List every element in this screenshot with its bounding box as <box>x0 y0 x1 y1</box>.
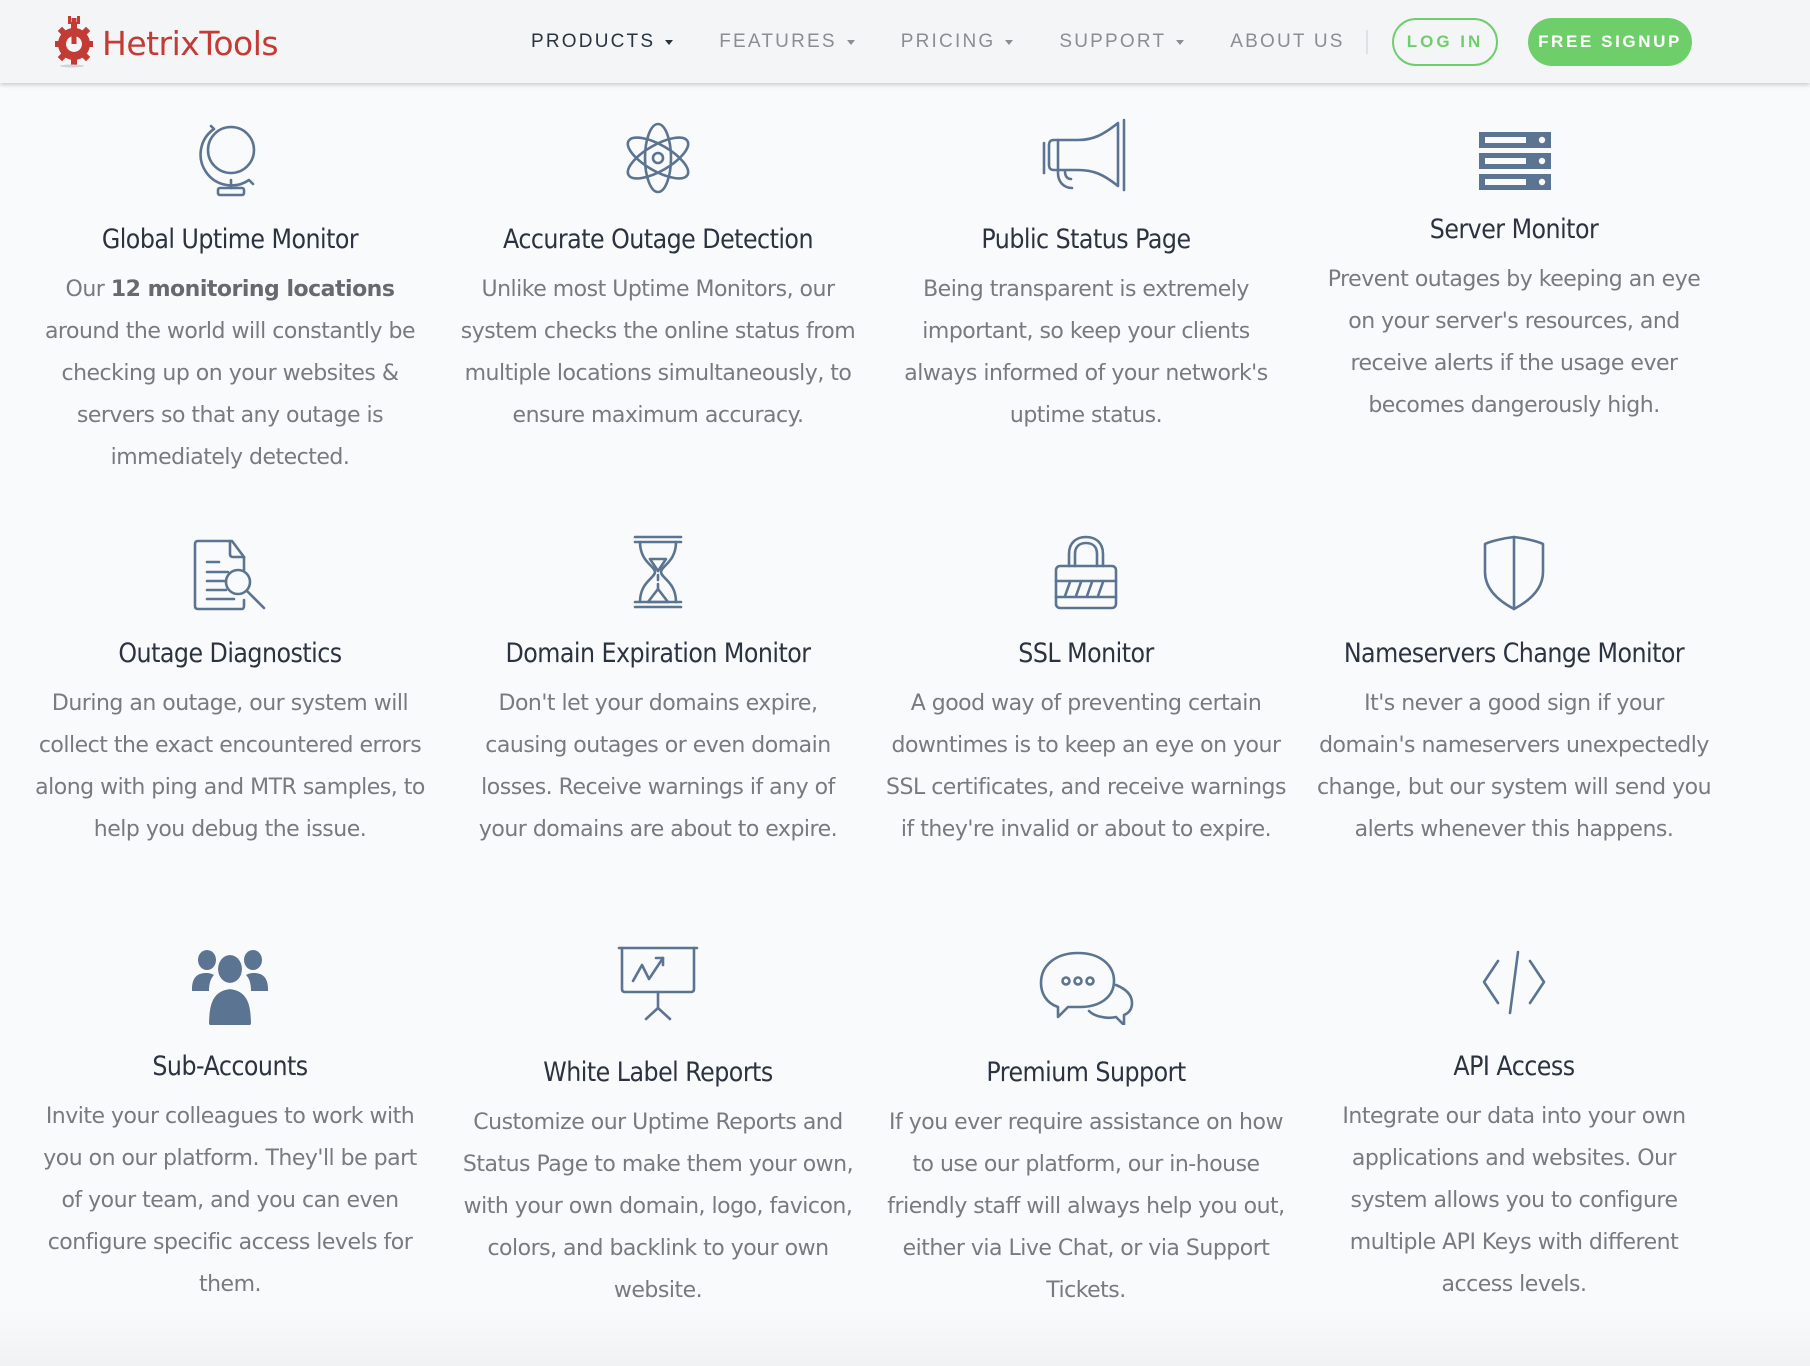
feature-public-status-page: Public Status Page Being transparent is … <box>886 118 1286 437</box>
caret-down-icon <box>1176 40 1185 45</box>
shield-icon <box>1483 535 1545 611</box>
feature-nameservers-change-monitor: Nameservers Change Monitor It's never a … <box>1314 532 1714 851</box>
padlock-icon <box>1054 535 1118 610</box>
nav-about-us[interactable]: ABOUT US <box>1230 31 1344 53</box>
brand-logo[interactable]: HetrixTools <box>52 14 279 70</box>
gear-wrench-logo-icon <box>55 16 93 68</box>
feature-title: Nameservers Change Monitor <box>1343 638 1685 669</box>
nav-support[interactable]: SUPPORT <box>1059 30 1185 53</box>
document-search-icon <box>193 539 266 611</box>
feature-ssl-monitor: SSL Monitor A good way of preventing cer… <box>886 532 1286 851</box>
nav-pricing[interactable]: PRICING <box>901 31 1014 53</box>
feature-server-monitor: Server Monitor Prevent outages by keepin… <box>1314 118 1714 427</box>
feature-title: API Access <box>1453 1051 1575 1082</box>
feature-outage-diagnostics: Outage Diagnostics During an outage, our… <box>30 532 430 851</box>
presentation-chart-icon <box>617 946 699 1021</box>
nav-about-us-label: ABOUT US <box>1230 30 1345 52</box>
page-bottom-fade <box>0 1310 1810 1366</box>
feature-title: Public Status Page <box>981 224 1191 255</box>
nav-support-label: SUPPORT <box>1059 30 1167 52</box>
feature-title: Premium Support <box>986 1057 1186 1088</box>
main-nav: PRODUCTS FEATURES PRICING SUPPORT ABOUT … <box>531 0 1391 83</box>
nav-features-label: FEATURES <box>719 30 837 52</box>
globe-icon <box>199 124 256 197</box>
feature-domain-expiration-monitor: Domain Expiration Monitor Don't let your… <box>458 532 858 851</box>
site-header: HetrixTools PRODUCTS FEATURES PRICING SU… <box>0 0 1810 83</box>
atom-icon <box>626 122 690 194</box>
megaphone-icon <box>1042 118 1126 192</box>
nav-products-label: PRODUCTS <box>531 30 656 52</box>
feature-description: A good way of preventing certain downtim… <box>886 691 1286 842</box>
feature-description: Prevent outages by keeping an eye on you… <box>1327 267 1701 418</box>
feature-title: Sub-Accounts <box>152 1051 308 1082</box>
feature-description: Customize our Uptime Reports and Status … <box>462 1110 854 1303</box>
caret-down-icon <box>846 40 855 45</box>
feature-description: Don't let your domains expire, causing o… <box>478 691 838 842</box>
free-signup-button[interactable]: FREE SIGNUP <box>1528 18 1692 66</box>
feature-title: Global Uptime Monitor <box>101 224 359 255</box>
feature-description: Being transparent is extremely important… <box>904 277 1268 428</box>
chat-bubbles-icon <box>1039 951 1134 1025</box>
login-button[interactable]: LOG IN <box>1392 18 1498 66</box>
server-icon <box>1479 132 1551 190</box>
nav-divider <box>1366 30 1368 54</box>
feature-white-label-reports: White Label Reports Customize our Uptime… <box>458 945 858 1312</box>
feature-description: During an outage, our system will collec… <box>35 691 425 842</box>
nav-products[interactable]: PRODUCTS <box>531 30 674 53</box>
feature-description: Our 12 monitoring locations around the w… <box>44 277 416 470</box>
brand-name: HetrixTools <box>102 23 279 63</box>
feature-title: White Label Reports <box>543 1057 773 1088</box>
feature-global-uptime-monitor: Global Uptime Monitor Our 12 monitoring … <box>30 118 430 479</box>
feature-title: SSL Monitor <box>1018 638 1154 669</box>
caret-down-icon <box>1005 40 1014 45</box>
feature-premium-support: Premium Support If you ever require assi… <box>886 945 1286 1312</box>
feature-description: If you ever require assistance on how to… <box>887 1110 1285 1303</box>
feature-sub-accounts: Sub-Accounts Invite your colleagues to w… <box>30 945 430 1306</box>
hourglass-icon <box>633 535 683 609</box>
users-icon <box>192 950 268 1025</box>
feature-title: Outage Diagnostics <box>118 638 342 669</box>
feature-description: Invite your colleagues to work with you … <box>43 1104 417 1297</box>
feature-description: It's never a good sign if your domain's … <box>1316 691 1712 842</box>
feature-title: Server Monitor <box>1429 214 1599 245</box>
feature-description: Integrate our data into your own applica… <box>1342 1104 1686 1297</box>
feature-title: Domain Expiration Monitor <box>505 638 811 669</box>
nav-pricing-label: PRICING <box>900 30 996 52</box>
caret-down-icon <box>665 40 674 45</box>
nav-features[interactable]: FEATURES <box>719 31 855 53</box>
monitoring-locations-count: 12 monitoring locations <box>110 277 395 302</box>
feature-accurate-outage-detection: Accurate Outage Detection Unlike most Up… <box>458 118 858 437</box>
feature-description: Unlike most Uptime Monitors, our system … <box>460 277 856 428</box>
feature-api-access: API Access Integrate our data into your … <box>1314 945 1714 1306</box>
code-icon <box>1482 950 1546 1015</box>
feature-title: Accurate Outage Detection <box>503 224 813 255</box>
